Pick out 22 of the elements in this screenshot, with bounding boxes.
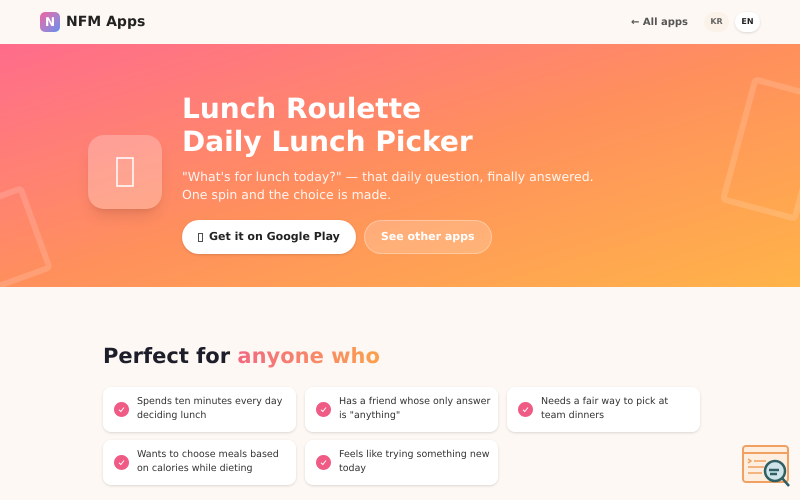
check-icon <box>114 454 129 470</box>
language-button[interactable]: KR <box>704 12 729 32</box>
section-title: Perfect for anyone who <box>103 343 381 370</box>
audience-text: Has a friend whose only answer is "anything" <box>339 395 492 423</box>
audience-text: Feels like trying something new today <box>339 448 490 476</box>
hero-subtitle: "What's for lunch today?" — that daily question, finally answered. One spin and the choice is made. <box>182 168 594 204</box>
check-icon <box>518 402 533 416</box>
all-apps-link[interactable]: ← All apps <box>631 14 688 30</box>
audience-text: Needs a fair way to pick at team dinners <box>541 395 670 423</box>
missing-glyph-icon <box>116 157 134 187</box>
brand-name: NFM Apps <box>66 12 146 32</box>
language-button[interactable]: EN <box>735 12 760 32</box>
browser-search-icon[interactable] <box>742 445 792 489</box>
google-play-button[interactable]: Get it on Google Play <box>182 220 356 254</box>
logo-badge: N <box>40 12 60 32</box>
check-icon <box>114 402 129 416</box>
missing-glyph-icon <box>198 232 203 242</box>
audience-text: Spends ten minutes every day deciding lunch <box>137 395 284 423</box>
check-icon <box>316 454 331 470</box>
hero-title: Lunch Roulette Daily Lunch Picker <box>182 92 474 158</box>
check-icon <box>316 402 331 416</box>
audience-text: Wants to choose meals based on calories while dieting <box>137 448 280 476</box>
